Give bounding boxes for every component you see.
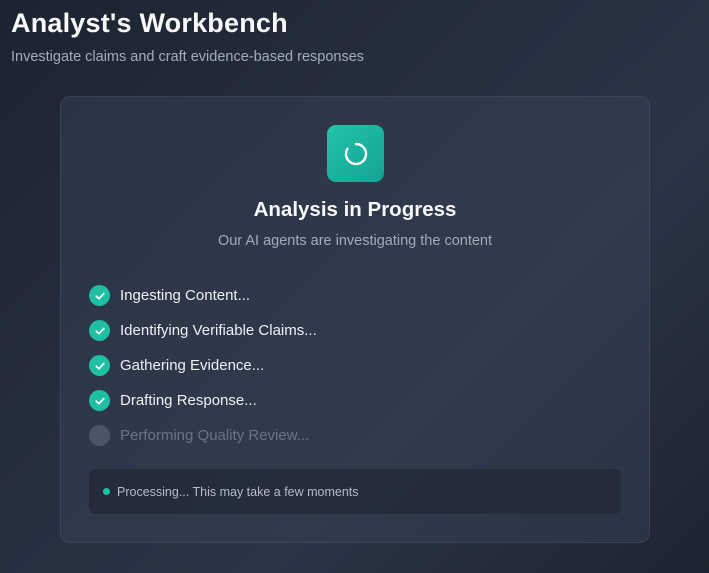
status-bar: Processing... This may take a few moment… — [89, 469, 621, 514]
card-title: Analysis in Progress — [253, 198, 457, 221]
step-label: Identifying Verifiable Claims... — [120, 322, 317, 339]
progress-step: Ingesting Content... — [89, 278, 609, 313]
loading-spinner-icon — [344, 142, 367, 165]
check-circle-icon — [89, 285, 110, 306]
progress-step: Identifying Verifiable Claims... — [89, 313, 609, 348]
status-text: Processing... This may take a few moment… — [117, 484, 359, 499]
progress-step: Performing Quality Review... — [89, 418, 609, 453]
loading-badge — [327, 125, 384, 182]
step-label: Ingesting Content... — [120, 287, 251, 304]
step-label: Drafting Response... — [120, 392, 257, 409]
pending-circle-icon — [89, 425, 110, 446]
card-subtitle: Our AI agents are investigating the cont… — [217, 233, 493, 249]
status-dot-icon — [103, 488, 110, 495]
page-title: Analyst's Workbench — [11, 8, 288, 38]
progress-step: Gathering Evidence... — [89, 348, 609, 383]
progress-step: Drafting Response... — [89, 383, 609, 418]
analysis-progress-card: Analysis in Progress Our AI agents are i… — [60, 96, 650, 543]
step-label: Performing Quality Review... — [120, 427, 310, 444]
step-label: Gathering Evidence... — [120, 357, 265, 374]
page-subtitle: Investigate claims and craft evidence-ba… — [11, 49, 365, 65]
check-circle-icon — [89, 390, 110, 411]
check-circle-icon — [89, 320, 110, 341]
progress-steps-list: Ingesting Content... Identifying Verifia… — [89, 278, 609, 453]
check-circle-icon — [89, 355, 110, 376]
